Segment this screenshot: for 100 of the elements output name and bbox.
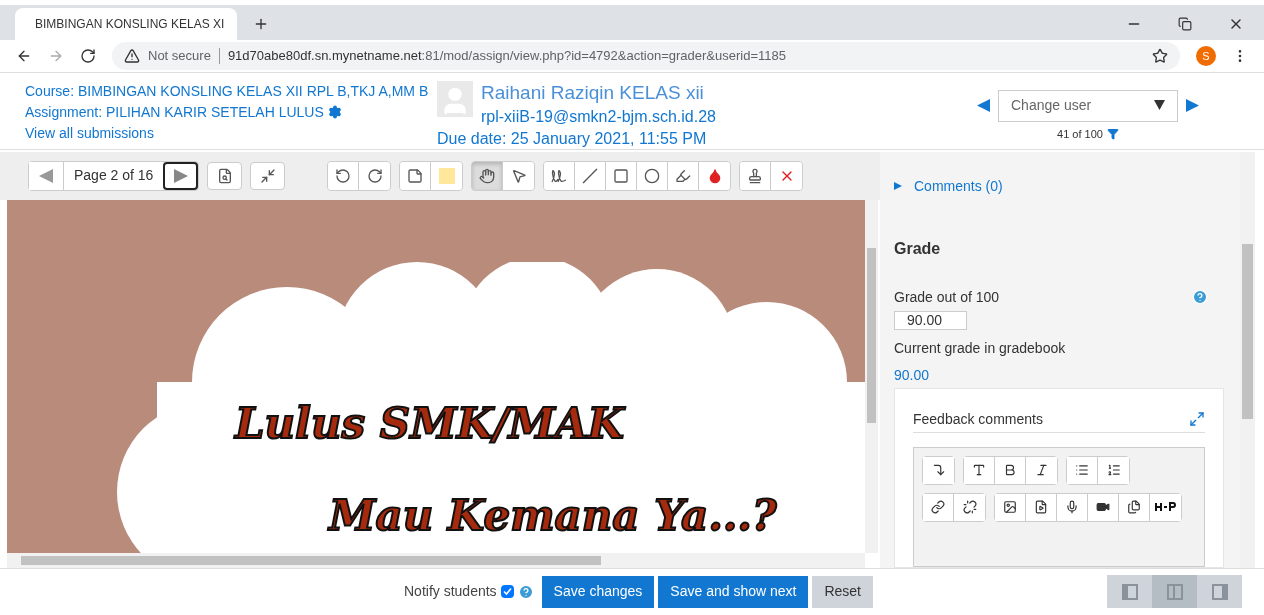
tool-button[interactable] xyxy=(740,161,772,190)
editor-button[interactable] xyxy=(995,493,1026,521)
pointer-icon xyxy=(510,167,527,184)
editor-button[interactable] xyxy=(1057,493,1088,521)
highlighter-icon xyxy=(675,167,692,184)
course-link[interactable]: Course: BIMBINGAN KONSLING KELAS XII RPL B,TKJ A,MM B xyxy=(25,80,437,101)
layout-button[interactable] xyxy=(1197,575,1242,609)
address-bar[interactable]: Not secure 91d70abe80df.sn.mynetname.net:81/mod/assign/view.php?id=4792&action=grader&userid=1185 xyxy=(112,41,1180,70)
reload-icon[interactable] xyxy=(80,47,96,64)
vertical-scrollbar[interactable] xyxy=(865,199,878,553)
next-page-button[interactable] xyxy=(163,161,199,190)
feedback-label: Feedback comments xyxy=(913,409,1043,429)
profile-avatar[interactable]: S xyxy=(1196,45,1216,66)
editor-button[interactable] xyxy=(1119,493,1150,521)
media-file-icon xyxy=(1034,500,1048,515)
user-email: rpl-xiiB-19@smkn2-bjm.sch.id.28 xyxy=(481,106,716,127)
url-text: 91d70abe80df.sn.mynetname.net:81/mod/assign/view.php?id=4792&action=grader&userid=1185 xyxy=(227,47,786,66)
tab-title: BIMBINGAN KONSLING KELAS XI xyxy=(35,15,225,33)
help-icon[interactable] xyxy=(1192,289,1208,306)
tool-button[interactable] xyxy=(606,161,638,190)
previous-user-icon xyxy=(977,99,990,113)
rotate-left-icon xyxy=(335,167,352,184)
panel-left-icon xyxy=(1121,583,1138,600)
security-label: Not secure xyxy=(148,47,211,66)
layout-button[interactable] xyxy=(1152,575,1197,609)
expand-caret-icon xyxy=(894,182,902,191)
view-all-link[interactable]: View all submissions xyxy=(25,122,437,143)
title-text: Mau Kemana Ya...? xyxy=(329,489,778,542)
hand-icon xyxy=(479,167,496,184)
editor-button[interactable] xyxy=(954,493,985,521)
next-user-icon xyxy=(1186,99,1199,113)
action-button[interactable]: Save and show next xyxy=(658,575,809,608)
title-text: Lulus SMK/MAK xyxy=(235,397,627,450)
italic-icon xyxy=(1034,463,1049,478)
grade-heading: Grade xyxy=(894,238,942,259)
unlink-icon xyxy=(962,500,977,515)
editor-button[interactable] xyxy=(995,456,1026,484)
current-grade-label: Current grade in gradebook xyxy=(894,338,1067,358)
tool-button[interactable] xyxy=(503,161,535,190)
fullscreen-icon[interactable] xyxy=(1189,411,1205,428)
link-icon xyxy=(931,500,945,515)
comments-link[interactable]: Comments (0) xyxy=(914,175,1003,197)
tool-button[interactable] xyxy=(328,161,360,190)
collapse-arrow-icon xyxy=(931,463,946,478)
font-style-icon xyxy=(972,463,986,478)
notify-checkbox[interactable] xyxy=(500,585,514,599)
microphone-icon xyxy=(1065,500,1079,515)
pen-scribble-icon xyxy=(551,168,568,183)
tool-button[interactable] xyxy=(359,161,391,190)
change-user-select[interactable]: Change user xyxy=(998,89,1178,122)
bookmark-star-icon[interactable] xyxy=(1152,47,1168,64)
editor-button[interactable] xyxy=(923,456,954,484)
rotate-right-icon xyxy=(366,167,383,184)
note-icon xyxy=(407,167,424,184)
expand-button[interactable] xyxy=(250,161,286,190)
panel-scrollbar[interactable] xyxy=(1240,151,1255,568)
editor-button[interactable] xyxy=(1150,493,1181,521)
rectangle-icon xyxy=(613,167,630,184)
filter-icon[interactable] xyxy=(1106,128,1119,141)
page-indicator: Page 2 of 16 xyxy=(64,161,164,190)
panel-right-icon xyxy=(1211,583,1228,600)
tool-button[interactable] xyxy=(544,161,576,190)
user-count: 41 of 100 xyxy=(1057,126,1103,142)
restore-icon[interactable] xyxy=(1178,16,1192,31)
tool-button[interactable] xyxy=(668,161,700,190)
user-name-link[interactable]: Raihani Raziqin KELAS xii xyxy=(481,80,716,105)
image-icon xyxy=(1003,500,1017,515)
action-button[interactable]: Reset xyxy=(812,575,873,608)
settings-icon[interactable] xyxy=(327,104,342,119)
dropdown-caret-icon xyxy=(1154,100,1165,112)
search-comments-button[interactable] xyxy=(207,161,243,190)
tool-button[interactable] xyxy=(637,161,669,190)
numbered-list-icon xyxy=(1106,463,1121,478)
action-button[interactable]: Save changes xyxy=(541,575,655,608)
assignment-link[interactable]: Assignment: PILIHAN KARIR SETELAH LULUS xyxy=(25,101,324,122)
grade-input[interactable]: 90.00 xyxy=(894,310,967,330)
copy-icon xyxy=(1127,500,1141,515)
search-document-icon xyxy=(216,167,233,184)
warning-icon xyxy=(124,47,140,64)
help-icon[interactable] xyxy=(517,583,534,600)
previous-page-icon xyxy=(39,168,53,183)
tool-button[interactable] xyxy=(472,161,504,190)
h5p-logo-icon xyxy=(1154,502,1177,513)
layout-button[interactable] xyxy=(1107,575,1152,609)
tool-button[interactable] xyxy=(699,161,731,190)
browser-tab[interactable]: BIMBINGAN KONSLING KELAS XI xyxy=(15,7,237,40)
editor-button[interactable] xyxy=(1026,493,1057,521)
tool-button[interactable] xyxy=(400,161,432,190)
line-icon xyxy=(582,167,599,184)
note-colour-swatch-icon xyxy=(438,167,455,184)
circle-icon xyxy=(644,167,661,184)
grade-label: Grade out of 100 xyxy=(894,287,1000,307)
editor-button[interactable] xyxy=(923,493,954,521)
collapse-icon xyxy=(259,167,276,184)
notify-students-label: Notify students xyxy=(404,582,497,602)
editor-button[interactable] xyxy=(1088,493,1119,521)
due-date: Due date: 25 January 2021, 11:55 PM xyxy=(437,128,708,149)
previous-page-button[interactable] xyxy=(29,161,64,190)
split-panel-icon xyxy=(1166,583,1183,600)
bold-icon xyxy=(1003,463,1017,478)
